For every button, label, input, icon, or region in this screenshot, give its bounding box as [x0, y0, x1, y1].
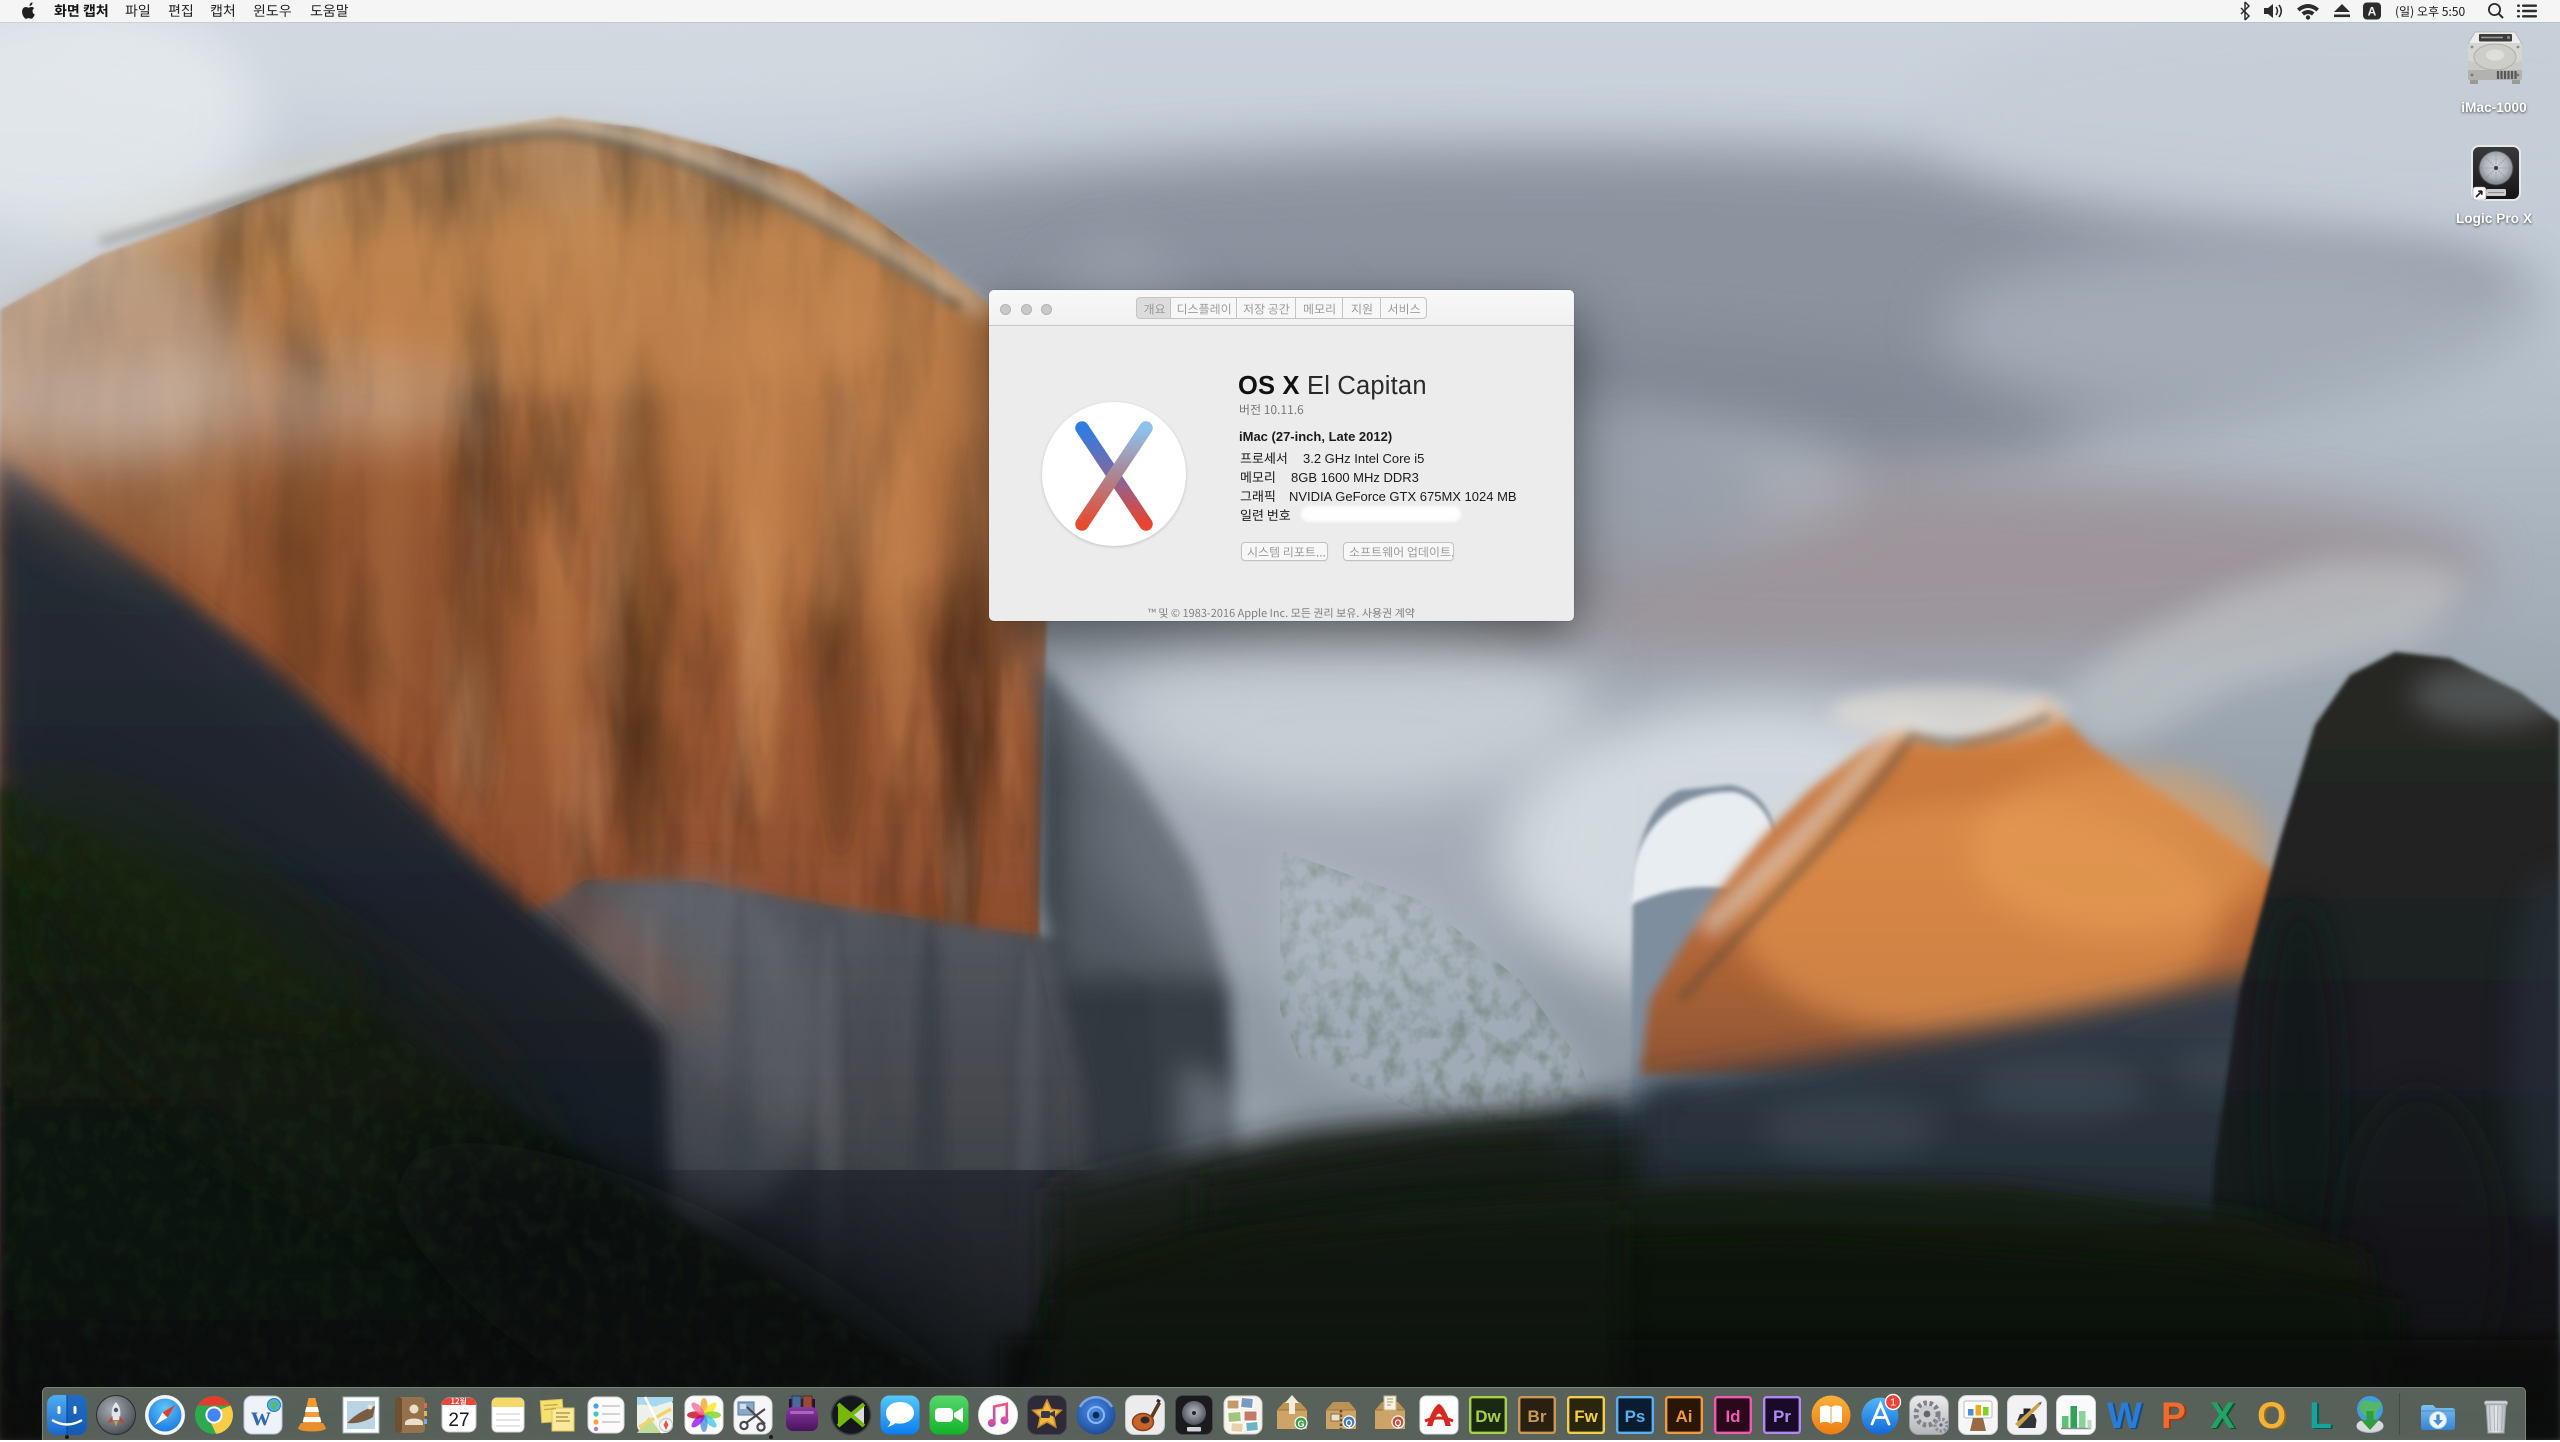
- svg-text:Pr: Pr: [1773, 1407, 1791, 1426]
- svg-text:Br: Br: [1528, 1407, 1547, 1426]
- svg-text:O: O: [2257, 1395, 2286, 1436]
- svg-text:1: 1: [1890, 1397, 1896, 1409]
- svg-text:X: X: [2210, 1395, 2235, 1436]
- svg-text:Ps: Ps: [1625, 1407, 1646, 1426]
- svg-text:A: A: [2368, 5, 2377, 19]
- svg-text:G: G: [1297, 1419, 1304, 1429]
- svg-text:L: L: [2309, 1395, 2332, 1436]
- svg-text:Q: Q: [1345, 1418, 1352, 1428]
- svg-text:Fw: Fw: [1574, 1407, 1598, 1426]
- svg-text:Ai: Ai: [1676, 1407, 1693, 1426]
- svg-text:Dw: Dw: [1475, 1407, 1501, 1426]
- svg-text:P: P: [2161, 1395, 2186, 1436]
- svg-text:Id: Id: [1725, 1407, 1740, 1426]
- svg-text:W: W: [2107, 1395, 2142, 1436]
- svg-text:Q: Q: [1394, 1418, 1401, 1428]
- svg-text:27: 27: [448, 1410, 469, 1431]
